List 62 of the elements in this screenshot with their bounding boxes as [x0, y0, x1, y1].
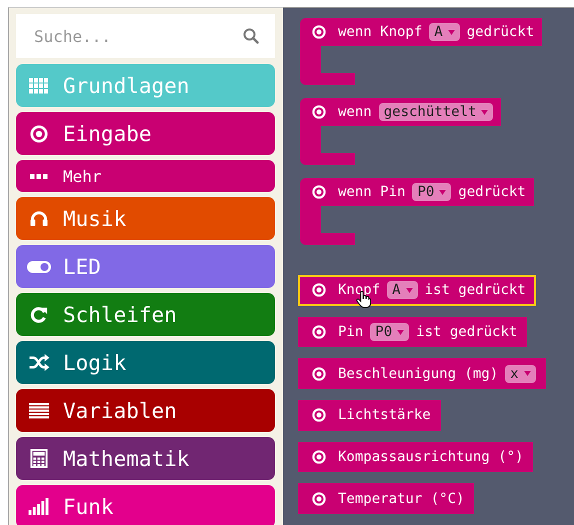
- reporter-block[interactable]: Knopf A ist gedrückt: [298, 275, 536, 306]
- search-field[interactable]: Suche...: [16, 14, 275, 58]
- category-button[interactable]: Eingabe: [16, 112, 275, 155]
- block-label: Knopf: [338, 282, 380, 298]
- category-button[interactable]: Musik: [16, 197, 275, 240]
- dropdown-field[interactable]: P0: [370, 323, 410, 341]
- category-button[interactable]: Schleifen: [16, 293, 275, 336]
- block-label: wenn: [338, 104, 372, 120]
- target-icon: [312, 408, 326, 422]
- block-label: Kompassausrichtung (°): [338, 449, 524, 466]
- block-label: Temperatur (°C): [338, 490, 464, 507]
- target-icon: [312, 325, 326, 339]
- category-button[interactable]: Funk: [16, 485, 275, 525]
- category-button[interactable]: Logik: [16, 341, 275, 384]
- block-label: Pin: [338, 324, 364, 340]
- caret-icon: [448, 30, 455, 34]
- event-block[interactable]: wenn geschüttelt: [300, 98, 502, 126]
- block-label: ist gedrückt: [416, 324, 518, 340]
- block-label: gedrückt: [458, 184, 526, 200]
- caret-icon: [524, 371, 531, 376]
- block-bracket: [300, 206, 355, 245]
- reporter-block[interactable]: Beschleunigung (mg) x: [298, 358, 546, 390]
- target-icon: [312, 105, 326, 119]
- category-button[interactable]: Mehr: [16, 160, 275, 192]
- toggle-icon: [27, 260, 51, 272]
- dropdown-field[interactable]: P0: [412, 183, 452, 201]
- grid-icon: [27, 78, 51, 94]
- block-label: Lichtstärke: [338, 407, 431, 424]
- block-label: wenn Knopf: [338, 24, 422, 40]
- dropdown-field[interactable]: x: [505, 364, 536, 383]
- target-icon: [312, 283, 326, 298]
- block-label: gedrückt: [466, 24, 534, 40]
- block-bracket: [300, 46, 355, 85]
- signal-bars-icon: [27, 498, 51, 515]
- target-icon: [312, 185, 326, 199]
- dropdown-field[interactable]: geschüttelt: [378, 103, 494, 121]
- event-block[interactable]: wenn Knopf A gedrückt: [300, 18, 542, 46]
- block-bracket: [300, 126, 355, 165]
- reporter-block[interactable]: Lichtstärke: [298, 400, 441, 431]
- shuffle-icon: [27, 354, 51, 371]
- caret-icon: [397, 330, 404, 334]
- target-icon: [312, 492, 326, 506]
- caret-icon: [481, 110, 488, 114]
- reporter-block[interactable]: Kompassausrichtung (°): [298, 442, 534, 472]
- search-icon: [243, 28, 259, 44]
- category-button[interactable]: Variablen: [16, 389, 275, 432]
- target-icon: [312, 366, 326, 381]
- category-button[interactable]: Mathematik: [16, 437, 275, 480]
- block-label: wenn Pin: [338, 184, 406, 200]
- block-label: Beschleunigung (mg): [338, 366, 498, 382]
- caret-icon: [406, 288, 413, 293]
- reporter-block[interactable]: Pin P0 ist gedrückt: [298, 316, 528, 348]
- caret-icon: [439, 190, 446, 194]
- lines-icon: [27, 402, 51, 418]
- target-icon: [312, 25, 326, 39]
- block-label: ist gedrückt: [424, 282, 526, 298]
- dropdown-field[interactable]: A: [429, 23, 460, 41]
- event-block[interactable]: wenn Pin P0 gedrückt: [300, 178, 534, 206]
- target-icon: [312, 450, 326, 464]
- category-button[interactable]: LED: [16, 245, 275, 288]
- dropdown-field[interactable]: A: [387, 281, 418, 300]
- reporter-block[interactable]: Temperatur (°C): [298, 483, 474, 514]
